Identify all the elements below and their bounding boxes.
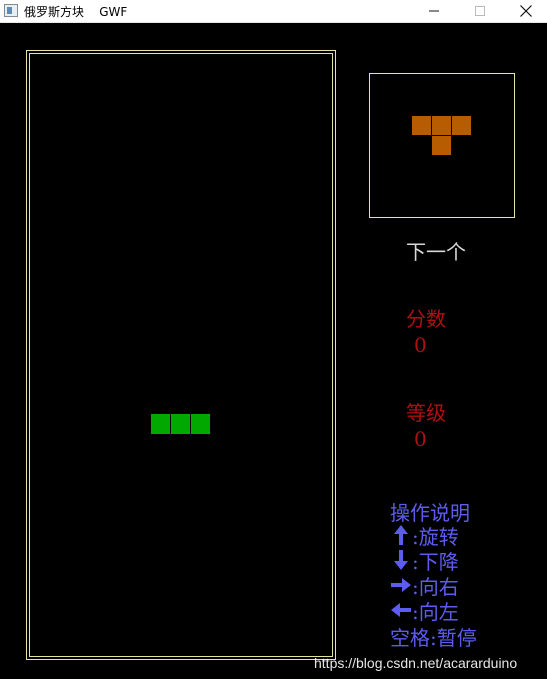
arrow-down-icon [394,550,408,570]
app-icon [4,4,18,17]
next-piece-block [432,116,451,135]
watermark-url: https://blog.csdn.net/acararduino [314,655,518,671]
game-board [26,50,336,660]
game-board-inner-border [29,53,333,657]
close-button[interactable] [503,0,547,22]
next-piece-block [432,136,451,155]
arrow-left-icon [391,603,411,617]
arrow-right-icon [391,578,411,592]
arrow-up-icon [394,525,408,545]
help-row-drop: :下降 [390,548,459,574]
next-piece-block [452,116,471,135]
falling-piece-block [171,414,190,434]
score-label: 分数 [406,307,446,331]
minimize-button[interactable] [411,0,457,22]
falling-piece-block [151,414,170,434]
help-row-left: :向左 [390,598,459,624]
score-value: 0 [414,333,427,357]
help-row-right: :向右 [390,573,459,599]
minimize-icon [429,10,439,12]
close-icon [520,5,532,17]
level-label: 等级 [406,401,446,425]
falling-piece-block [191,414,210,434]
window-title: 俄罗斯方块 GWF [24,5,128,19]
help-row-rotate: :旋转 [390,523,459,549]
next-piece-label: 下一个 [406,240,466,264]
next-piece-block [412,116,431,135]
help-row-text: :向左 [412,599,459,624]
level-value: 0 [414,427,427,451]
maximize-icon [475,6,485,16]
maximize-button[interactable] [457,0,503,22]
window-titlebar[interactable]: 俄罗斯方块 GWF [0,0,547,23]
help-row-pause: 空格:暂停 [390,626,477,650]
